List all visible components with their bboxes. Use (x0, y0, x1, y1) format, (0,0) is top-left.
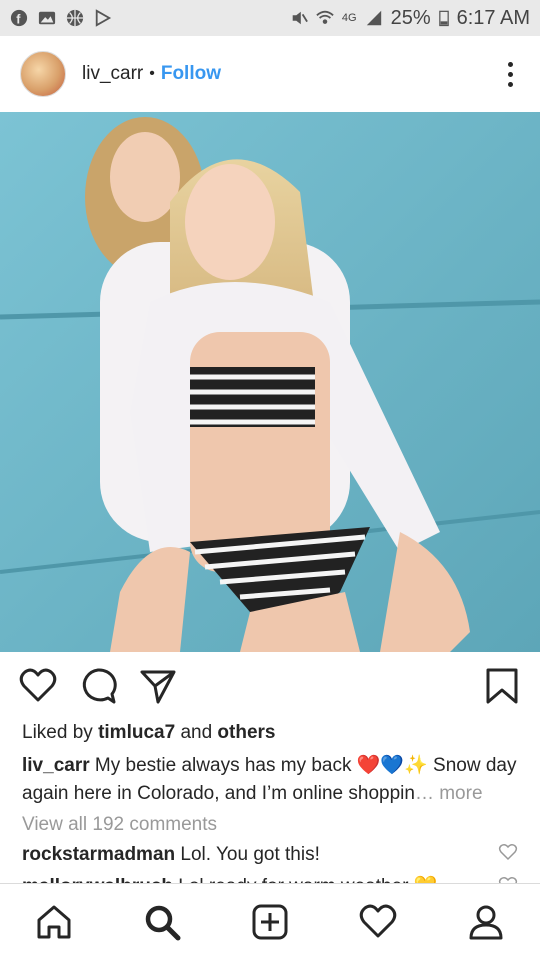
comment-text: Lol. You got this! (180, 844, 320, 865)
avatar[interactable] (20, 51, 66, 97)
status-bar: f 4G 25% 6:17 AM (0, 0, 540, 36)
battery-percent: 25% (390, 6, 431, 29)
new-post-icon (252, 904, 288, 940)
likes-line[interactable]: Liked by timluca7 and others (22, 722, 276, 744)
facebook-icon: f (10, 9, 28, 26)
new-post-tab[interactable] (248, 900, 292, 944)
status-bar-system: 4G 25% 6:17 AM (290, 7, 530, 30)
image-icon (38, 11, 56, 25)
more-options-icon[interactable] (500, 59, 520, 89)
home-tab[interactable] (32, 900, 76, 944)
network-type: 4G (341, 12, 357, 24)
search-icon (145, 905, 181, 941)
profile-icon (469, 905, 503, 940)
share-icon[interactable] (138, 666, 178, 706)
caption-more-link[interactable]: … more (415, 783, 483, 804)
photo-image (0, 112, 540, 652)
bookmark-icon[interactable] (482, 666, 522, 706)
action-bar (0, 662, 540, 710)
profile-tab[interactable] (464, 900, 508, 944)
comment-username[interactable]: rockstarmadman (22, 844, 175, 865)
play-store-icon (95, 9, 112, 27)
liked-by-and: and (180, 722, 213, 743)
comment-icon[interactable] (78, 666, 118, 706)
activity-tab[interactable] (356, 900, 400, 944)
battery-icon (438, 10, 449, 27)
activity-icon (359, 904, 397, 938)
bottom-nav (0, 883, 540, 960)
view-all-comments-link[interactable]: View all 192 comments (22, 814, 217, 836)
basketball-icon (66, 9, 84, 27)
clock: 6:17 AM (456, 6, 530, 29)
mute-icon (292, 11, 308, 25)
liked-by-prefix: Liked by (22, 722, 93, 743)
signal-icon (366, 10, 381, 26)
follow-button[interactable]: Follow (161, 63, 221, 85)
comment-like-icon[interactable] (498, 843, 518, 861)
post-username[interactable]: liv_carr (82, 63, 143, 85)
liked-by-user[interactable]: timluca7 (98, 722, 175, 743)
caption-username[interactable]: liv_carr (22, 755, 90, 776)
heart-icon[interactable] (18, 666, 58, 706)
caption: liv_carr My bestie always has my back ❤️… (22, 752, 522, 808)
comment-row: rockstarmadman Lol. You got this! (22, 844, 492, 866)
search-tab[interactable] (140, 900, 184, 944)
post-photo[interactable] (0, 112, 540, 652)
separator-dot: • (149, 65, 155, 82)
liked-by-others[interactable]: others (217, 722, 275, 743)
status-bar-notifications: f (10, 9, 112, 27)
post-header: liv_carr • Follow (0, 36, 540, 112)
wifi-icon (316, 10, 334, 24)
home-icon (37, 905, 71, 939)
